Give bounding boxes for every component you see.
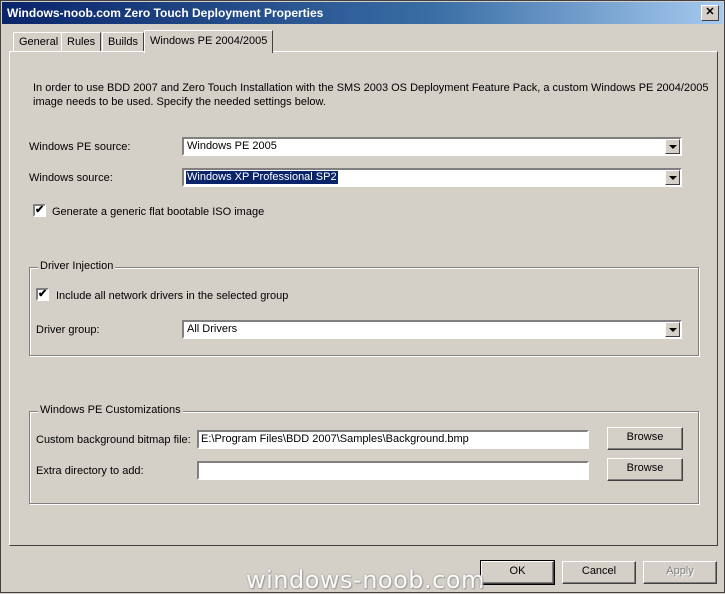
tab-panel-windows-pe: In order to use BDD 2007 and Zero Touch … [9, 51, 718, 546]
driver-injection-title: Driver Injection [38, 260, 116, 272]
ok-button[interactable]: OK [480, 560, 555, 585]
apply-button[interactable]: Apply [643, 561, 717, 584]
intro-text: In order to use BDD 2007 and Zero Touch … [33, 82, 709, 108]
bitmap-file-label: Custom background bitmap file: [36, 434, 191, 446]
pe-customizations-group: Windows PE Customizations Custom backgro… [29, 404, 699, 504]
browse-bitmap-button[interactable]: Browse [607, 427, 683, 450]
include-drivers-checkbox[interactable]: ✔ [36, 288, 49, 301]
driver-group-select[interactable]: All Drivers [182, 320, 682, 339]
title-bar: Windows-noob.com Zero Touch Deployment P… [2, 2, 723, 24]
tab-general[interactable]: General [13, 32, 65, 52]
chevron-down-icon[interactable] [665, 139, 680, 154]
browse-directory-button[interactable]: Browse [607, 458, 683, 481]
watermark-logo: windows-noob.com [246, 566, 485, 594]
extra-directory-label: Extra directory to add: [36, 465, 144, 477]
iso-checkbox-label[interactable]: Generate a generic flat bootable ISO ima… [52, 206, 264, 218]
tab-windows-pe[interactable]: Windows PE 2004/2005 [144, 30, 274, 53]
chevron-down-icon[interactable] [665, 170, 680, 185]
cancel-button[interactable]: Cancel [562, 561, 636, 584]
bitmap-file-input[interactable]: E:\Program Files\BDD 2007\Samples\Backgr… [197, 430, 589, 449]
chevron-down-icon[interactable] [665, 322, 680, 337]
driver-group-value: All Drivers [187, 323, 238, 335]
driver-group-label: Driver group: [36, 324, 100, 336]
pe-source-label: Windows PE source: [29, 141, 131, 153]
extra-directory-input[interactable] [197, 461, 589, 480]
iso-checkbox[interactable]: ✔ [33, 204, 46, 217]
window-title: Windows-noob.com Zero Touch Deployment P… [7, 6, 324, 20]
pe-source-select[interactable]: Windows PE 2005 [182, 137, 682, 156]
tab-rules[interactable]: Rules [61, 32, 102, 52]
windows-source-value: Windows XP Professional SP2 [185, 170, 339, 185]
tab-builds[interactable]: Builds [102, 32, 144, 52]
pe-customizations-title: Windows PE Customizations [38, 404, 183, 416]
windows-source-select[interactable]: Windows XP Professional SP2 [182, 168, 682, 187]
pe-source-value: Windows PE 2005 [187, 140, 277, 152]
close-icon[interactable]: ✕ [701, 5, 719, 21]
include-drivers-label[interactable]: Include all network drivers in the selec… [56, 290, 288, 302]
properties-dialog: Windows-noob.com Zero Touch Deployment P… [0, 0, 725, 594]
bitmap-file-value: E:\Program Files\BDD 2007\Samples\Backgr… [201, 433, 469, 445]
windows-source-label: Windows source: [29, 172, 113, 184]
driver-injection-group: Driver Injection ✔ Include all network d… [29, 260, 699, 356]
